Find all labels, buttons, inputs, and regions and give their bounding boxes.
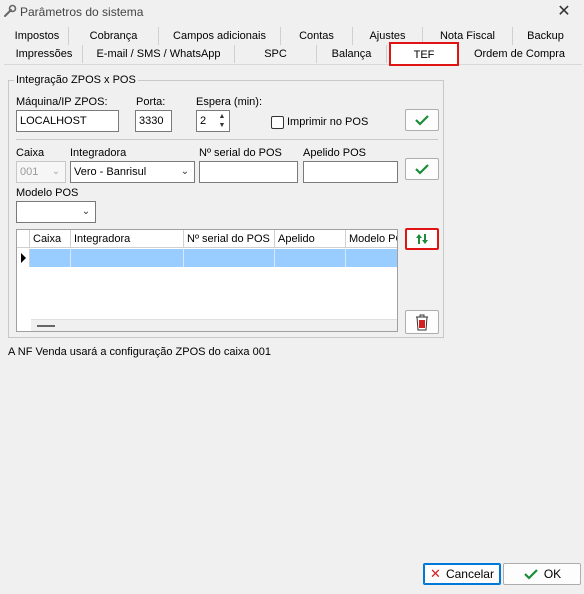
separator: [16, 139, 438, 140]
tab-row-2: Impressões E-mail / SMS / WhatsApp SPC B…: [6, 42, 578, 66]
chevron-down-icon: ⌄: [81, 206, 91, 217]
tab-tef[interactable]: TEF: [389, 42, 459, 66]
table-row-cell[interactable]: [184, 249, 275, 267]
checkmark-icon: [415, 164, 429, 175]
tab-impostos[interactable]: Impostos: [6, 27, 69, 45]
table-row-cell[interactable]: [71, 249, 184, 267]
tab-impressoes[interactable]: Impressões: [6, 45, 83, 63]
confirm-zpos-button[interactable]: [405, 109, 439, 131]
trash-icon: [416, 314, 428, 331]
espera-spinner[interactable]: 2 ▲ ▼: [196, 110, 230, 132]
ok-button[interactable]: OK: [503, 563, 581, 585]
grid-header-serial[interactable]: Nº serial do POS: [184, 230, 275, 248]
caixa-value: 001: [20, 166, 39, 178]
porta-input[interactable]: 3330: [135, 110, 172, 132]
title-bar: Parâmetros do sistema ✕: [0, 0, 584, 24]
caixa-select[interactable]: 001 ⌄: [16, 161, 66, 183]
cancel-button[interactable]: ✕ Cancelar: [423, 563, 501, 585]
maquina-label: Máquina/IP ZPOS:: [16, 96, 108, 108]
cancel-label: Cancelar: [445, 567, 494, 581]
espera-value: 2: [200, 115, 207, 127]
table-row-cell[interactable]: [346, 249, 397, 267]
grid-header-modelo[interactable]: Modelo PC: [346, 230, 397, 248]
horizontal-scrollbar[interactable]: [31, 319, 397, 331]
integradora-value: Vero - Banrisul: [74, 166, 147, 178]
tab-email-sms-whatsapp[interactable]: E-mail / SMS / WhatsApp: [83, 45, 235, 63]
apelido-input[interactable]: [303, 161, 398, 183]
tab-spc[interactable]: SPC: [235, 45, 317, 63]
serial-input[interactable]: [199, 161, 298, 183]
tab-cobranca[interactable]: Cobrança: [69, 27, 159, 45]
table-row-cell[interactable]: [30, 249, 71, 267]
grid-header-apelido[interactable]: Apelido: [275, 230, 346, 248]
info-text: A NF Venda usará a configuração ZPOS do …: [8, 346, 271, 358]
spinner-arrows-icon[interactable]: ▲ ▼: [216, 112, 228, 130]
apelido-label: Apelido POS: [303, 147, 366, 159]
caixa-label: Caixa: [16, 147, 45, 159]
close-icon[interactable]: ✕: [552, 1, 576, 23]
chevron-down-icon: ⌄: [180, 166, 190, 177]
tab-campos-adicionais[interactable]: Campos adicionais: [159, 27, 281, 45]
grid-header-caixa[interactable]: Caixa: [30, 230, 71, 248]
chevron-down-icon: ⌄: [51, 166, 61, 177]
pos-grid[interactable]: Caixa Integradora Nº serial do POS Apeli…: [16, 229, 398, 332]
integradora-select[interactable]: Vero - Banrisul ⌄: [70, 161, 195, 183]
table-row-cell[interactable]: [275, 249, 346, 267]
serial-label: Nº serial do POS: [199, 147, 282, 159]
porta-label: Porta:: [136, 96, 166, 108]
scrollbar-thumb[interactable]: [37, 325, 55, 327]
integradora-label: Integradora: [70, 147, 127, 159]
grid-header-integradora[interactable]: Integradora: [71, 230, 184, 248]
imprimir-checkbox[interactable]: [271, 116, 284, 129]
up-down-arrows-icon: [416, 234, 428, 244]
groupbox-legend: Integração ZPOS x POS: [14, 74, 138, 86]
row-indicator[interactable]: [17, 249, 30, 267]
window-title: Parâmetros do sistema: [20, 5, 144, 19]
modelo-select[interactable]: ⌄: [16, 201, 96, 223]
reorder-button[interactable]: [405, 228, 439, 250]
confirm-pos-button[interactable]: [405, 158, 439, 180]
tab-row-1: Impostos Cobrança Campos adicionais Cont…: [6, 27, 578, 45]
checkmark-icon: [524, 569, 538, 580]
cancel-x-icon: ✕: [430, 566, 441, 581]
checkmark-icon: [415, 115, 429, 126]
wrench-icon: [4, 4, 17, 17]
delete-button[interactable]: [405, 310, 439, 334]
tab-backup[interactable]: Backup: [513, 27, 578, 45]
tab-balanca[interactable]: Balança: [317, 45, 387, 63]
tab-ordem-de-compra[interactable]: Ordem de Compra: [461, 45, 578, 63]
tab-contas[interactable]: Contas: [281, 27, 353, 45]
modelo-label: Modelo POS: [16, 187, 79, 199]
imprimir-label: Imprimir no POS: [287, 116, 369, 128]
maquina-input[interactable]: LOCALHOST: [16, 110, 119, 132]
row-pointer-icon: [21, 253, 26, 263]
grid-corner: [17, 230, 30, 248]
ok-label: OK: [543, 567, 562, 581]
espera-label: Espera (min):: [196, 96, 263, 108]
